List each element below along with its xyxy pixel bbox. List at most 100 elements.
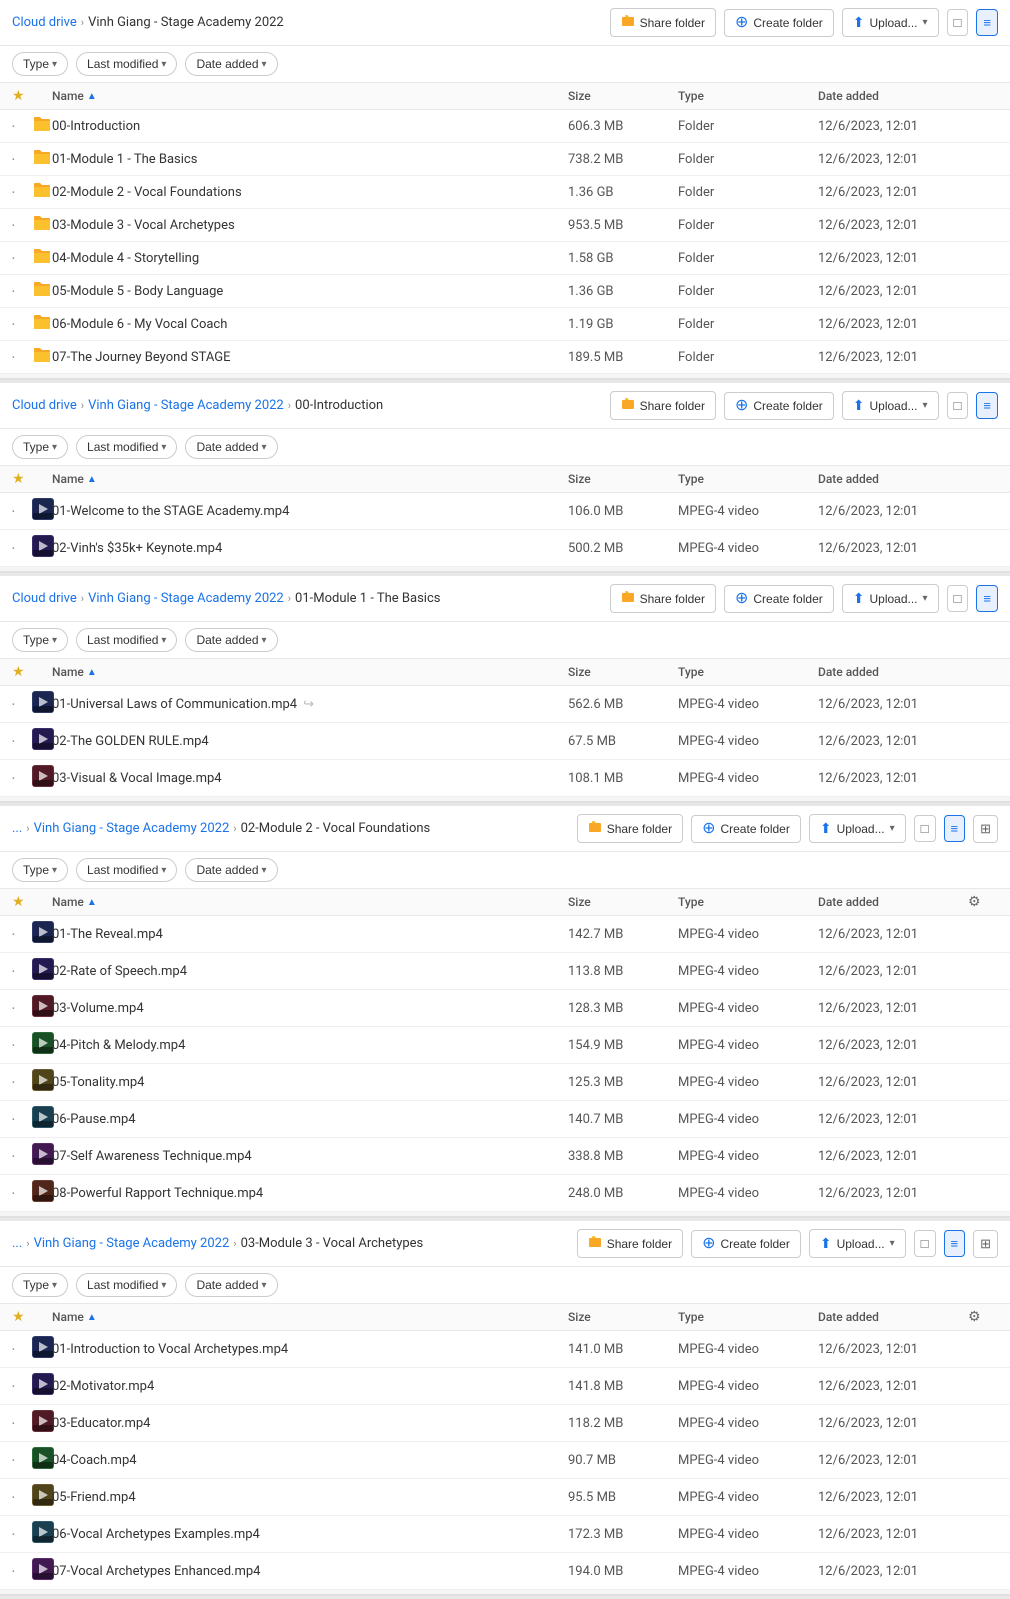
table-row[interactable]: • 04-Module 4 - Storytelling 1.58 GB Fol… xyxy=(0,242,1010,275)
share-folder-button[interactable]: Share folder xyxy=(610,8,716,37)
breadcrumb-part[interactable]: Cloud drive xyxy=(12,15,77,30)
filter-button[interactable]: Type ▾ xyxy=(12,435,68,459)
breadcrumb-part[interactable]: Vinh Giang - Stage Academy 2022 xyxy=(34,1236,230,1251)
table-row[interactable]: • 03-Visual & Vocal Image.mp4 108.1 MB M… xyxy=(0,760,1010,797)
header-name[interactable]: Name ▲ xyxy=(52,1310,568,1324)
table-row[interactable]: • 01-Introduction to Vocal Archetypes.mp… xyxy=(0,1331,1010,1368)
upload-button[interactable]: ⬆ Upload... ▾ xyxy=(842,584,939,613)
view-list-button[interactable]: ≡ xyxy=(944,815,966,842)
row-type: MPEG-4 video xyxy=(678,1453,818,1468)
filter-button[interactable]: Last modified ▾ xyxy=(76,435,177,459)
table-row[interactable]: • 02-Module 2 - Vocal Foundations 1.36 G… xyxy=(0,176,1010,209)
view-photo-button[interactable]: □ xyxy=(947,9,969,36)
row-size: 140.7 MB xyxy=(568,1112,678,1127)
filter-button[interactable]: Last modified ▾ xyxy=(76,628,177,652)
filter-button[interactable]: Type ▾ xyxy=(12,1273,68,1297)
upload-button[interactable]: ⬆ Upload... ▾ xyxy=(842,391,939,420)
header-date: Date added xyxy=(818,472,968,486)
table-row[interactable]: • 02-Rate of Speech.mp4 113.8 MB MPEG-4 … xyxy=(0,953,1010,990)
table-row[interactable]: • 06-Vocal Archetypes Examples.mp4 172.3… xyxy=(0,1516,1010,1553)
table-row[interactable]: • 05-Friend.mp4 95.5 MB MPEG-4 video 12/… xyxy=(0,1479,1010,1516)
table-row[interactable]: • 04-Coach.mp4 90.7 MB MPEG-4 video 12/6… xyxy=(0,1442,1010,1479)
create-folder-button[interactable]: ⊕ Create folder xyxy=(724,392,834,420)
share-folder-icon xyxy=(588,820,602,837)
breadcrumb-part[interactable]: Cloud drive xyxy=(12,591,77,606)
header-name[interactable]: Name ▲ xyxy=(52,472,568,486)
row-date: 12/6/2023, 12:01 xyxy=(818,350,968,365)
table-row[interactable]: • 01-Welcome to the STAGE Academy.mp4 10… xyxy=(0,493,1010,530)
table-row[interactable]: • 07-Vocal Archetypes Enhanced.mp4 194.0… xyxy=(0,1553,1010,1590)
link-icon[interactable]: ↪ xyxy=(303,697,314,712)
filter-chevron-icon: ▾ xyxy=(52,442,57,453)
breadcrumb-part[interactable]: ... xyxy=(12,821,22,836)
header-name[interactable]: Name ▲ xyxy=(52,895,568,909)
table-row[interactable]: • 06-Module 6 - My Vocal Coach 1.19 GB F… xyxy=(0,308,1010,341)
filter-button[interactable]: Type ▾ xyxy=(12,858,68,882)
filter-button[interactable]: Date added ▾ xyxy=(185,628,277,652)
table-row[interactable]: • 02-Motivator.mp4 141.8 MB MPEG-4 video… xyxy=(0,1368,1010,1405)
view-photo-button[interactable]: □ xyxy=(914,1230,936,1257)
section-section4: ...›Vinh Giang - Stage Academy 2022›02-M… xyxy=(0,806,1010,1221)
table-row[interactable]: • 02-The GOLDEN RULE.mp4 67.5 MB MPEG-4 … xyxy=(0,723,1010,760)
header-name[interactable]: Name ▲ xyxy=(52,665,568,679)
upload-button[interactable]: ⬆ Upload... ▾ xyxy=(842,8,939,37)
view-photo-button[interactable]: □ xyxy=(914,815,936,842)
view-list-button[interactable]: ≡ xyxy=(976,9,998,36)
header-favorite: ★ xyxy=(12,88,32,104)
share-folder-label: Share folder xyxy=(607,822,672,836)
breadcrumb-part[interactable]: Vinh Giang - Stage Academy 2022 xyxy=(34,821,230,836)
create-folder-button[interactable]: ⊕ Create folder xyxy=(691,815,801,843)
breadcrumb-part[interactable]: Cloud drive xyxy=(12,398,77,413)
filter-button[interactable]: Last modified ▾ xyxy=(76,858,177,882)
filter-button[interactable]: Date added ▾ xyxy=(185,435,277,459)
create-folder-button[interactable]: ⊕ Create folder xyxy=(724,9,834,37)
view-list-button[interactable]: ≡ xyxy=(976,585,998,612)
share-folder-button[interactable]: Share folder xyxy=(577,814,683,843)
table-row[interactable]: • 03-Module 3 - Vocal Archetypes 953.5 M… xyxy=(0,209,1010,242)
view-list-button[interactable]: ≡ xyxy=(944,1230,966,1257)
filter-button[interactable]: Type ▾ xyxy=(12,628,68,652)
table-row[interactable]: • 01-Module 1 - The Basics 738.2 MB Fold… xyxy=(0,143,1010,176)
filter-button[interactable]: Last modified ▾ xyxy=(76,1273,177,1297)
table-row[interactable]: • 01-The Reveal.mp4 142.7 MB MPEG-4 vide… xyxy=(0,916,1010,953)
create-folder-button[interactable]: ⊕ Create folder xyxy=(724,585,834,613)
filter-button[interactable]: Date added ▾ xyxy=(185,52,277,76)
breadcrumb-part[interactable]: Vinh Giang - Stage Academy 2022 xyxy=(88,591,284,606)
header-name[interactable]: Name ▲ xyxy=(52,89,568,103)
table-row[interactable]: • 07-The Journey Beyond STAGE 189.5 MB F… xyxy=(0,341,1010,374)
table-row[interactable]: • 02-Vinh's $35k+ Keynote.mp4 500.2 MB M… xyxy=(0,530,1010,567)
table-row[interactable]: • 07-Self Awareness Technique.mp4 338.8 … xyxy=(0,1138,1010,1175)
view-grid-button[interactable]: ⊞ xyxy=(973,815,998,843)
row-size: 1.19 GB xyxy=(568,317,678,332)
view-photo-button[interactable]: □ xyxy=(947,392,969,419)
gear-icon[interactable]: ⚙ xyxy=(968,1309,998,1325)
share-folder-button[interactable]: Share folder xyxy=(610,391,716,420)
row-date: 12/6/2023, 12:01 xyxy=(818,964,968,979)
table-row[interactable]: • 00-Introduction 606.3 MB Folder 12/6/2… xyxy=(0,110,1010,143)
table-row[interactable]: • 01-Universal Laws of Communication.mp4… xyxy=(0,686,1010,723)
row-type: MPEG-4 video xyxy=(678,541,818,556)
table-row[interactable]: • 05-Module 5 - Body Language 1.36 GB Fo… xyxy=(0,275,1010,308)
view-grid-button[interactable]: ⊞ xyxy=(973,1230,998,1258)
table-row[interactable]: • 03-Educator.mp4 118.2 MB MPEG-4 video … xyxy=(0,1405,1010,1442)
upload-button[interactable]: ⬆ Upload... ▾ xyxy=(809,1229,906,1258)
share-folder-button[interactable]: Share folder xyxy=(577,1229,683,1258)
table-row[interactable]: • 05-Tonality.mp4 125.3 MB MPEG-4 video … xyxy=(0,1064,1010,1101)
table-row[interactable]: • 06-Pause.mp4 140.7 MB MPEG-4 video 12/… xyxy=(0,1101,1010,1138)
share-folder-button[interactable]: Share folder xyxy=(610,584,716,613)
upload-button[interactable]: ⬆ Upload... ▾ xyxy=(809,814,906,843)
filter-button[interactable]: Date added ▾ xyxy=(185,858,277,882)
filter-button[interactable]: Last modified ▾ xyxy=(76,52,177,76)
view-photo-button[interactable]: □ xyxy=(947,585,969,612)
breadcrumb-part[interactable]: Vinh Giang - Stage Academy 2022 xyxy=(88,398,284,413)
breadcrumb-part[interactable]: ... xyxy=(12,1236,22,1251)
create-folder-button[interactable]: ⊕ Create folder xyxy=(691,1230,801,1258)
filter-button[interactable]: Date added ▾ xyxy=(185,1273,277,1297)
view-list-button[interactable]: ≡ xyxy=(976,392,998,419)
table-row[interactable]: • 04-Pitch & Melody.mp4 154.9 MB MPEG-4 … xyxy=(0,1027,1010,1064)
gear-icon[interactable]: ⚙ xyxy=(968,894,998,910)
table-row[interactable]: • 03-Volume.mp4 128.3 MB MPEG-4 video 12… xyxy=(0,990,1010,1027)
table-row[interactable]: • 08-Powerful Rapport Technique.mp4 248.… xyxy=(0,1175,1010,1212)
filter-chevron-icon: ▾ xyxy=(262,442,267,453)
filter-button[interactable]: Type ▾ xyxy=(12,52,68,76)
